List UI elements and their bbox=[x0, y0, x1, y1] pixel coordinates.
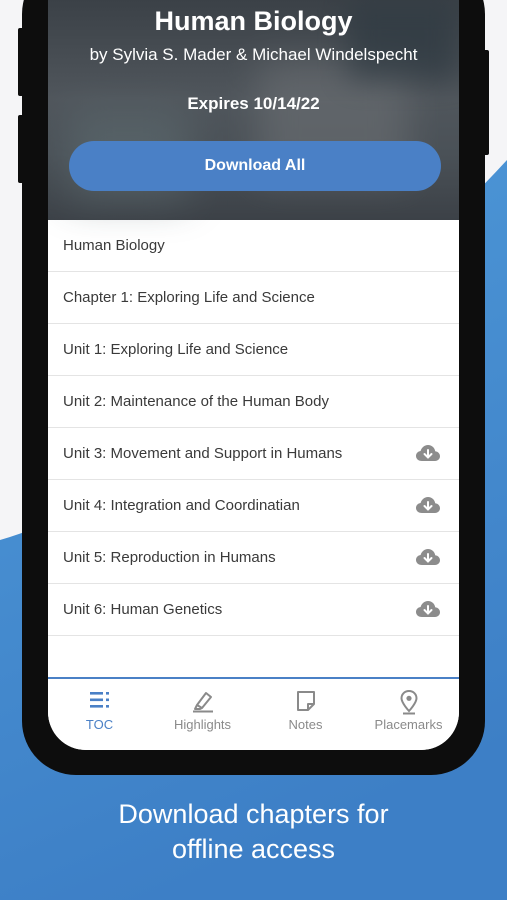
toc-item[interactable]: Chapter 1: Exploring Life and Science bbox=[48, 272, 459, 324]
app-screen: Human Biology by Sylvia S. Mader & Micha… bbox=[48, 0, 459, 750]
caption-line: Download chapters for bbox=[118, 799, 389, 829]
toc-item[interactable]: Unit 1: Exploring Life and Science bbox=[48, 324, 459, 376]
toc-item-label: Chapter 1: Exploring Life and Science bbox=[63, 289, 315, 306]
toc-item-label: Unit 3: Movement and Support in Humans bbox=[63, 445, 343, 462]
toc-item[interactable]: Unit 5: Reproduction in Humans bbox=[48, 532, 459, 584]
download-all-button[interactable]: Download All bbox=[69, 141, 441, 191]
tab-label: Highlights bbox=[173, 717, 232, 732]
list-icon bbox=[90, 692, 109, 708]
promo-caption: Download chapters for offline access bbox=[0, 797, 507, 867]
toc-item-label: Unit 5: Reproduction in Humans bbox=[63, 549, 276, 566]
highlighter-icon bbox=[193, 692, 213, 713]
tab-placemarks[interactable]: Placemarks bbox=[357, 679, 459, 750]
expiry-date: Expires 10/14/22 bbox=[187, 94, 320, 113]
table-of-contents: Human Biology Chapter 1: Exploring Life … bbox=[48, 220, 459, 636]
toc-item-label: Human Biology bbox=[63, 237, 165, 254]
cloud-download-icon[interactable] bbox=[415, 599, 441, 621]
map-pin-icon bbox=[400, 689, 418, 715]
tab-highlights[interactable]: Highlights bbox=[151, 679, 254, 750]
tab-notes[interactable]: Notes bbox=[254, 679, 357, 750]
toc-item-label: Unit 2: Maintenance of the Human Body bbox=[63, 393, 329, 410]
cloud-download-icon[interactable] bbox=[415, 495, 441, 517]
book-authors: by Sylvia S. Mader & Michael Windelspech… bbox=[89, 45, 418, 64]
caption-line: offline access bbox=[171, 834, 336, 864]
toc-item[interactable]: Unit 2: Maintenance of the Human Body bbox=[48, 376, 459, 428]
book-cover-header: Human Biology by Sylvia S. Mader & Micha… bbox=[48, 0, 459, 220]
bottom-tab-bar: TOC Highlights Notes Placemarks bbox=[48, 677, 459, 750]
toc-item-label: Unit 1: Exploring Life and Science bbox=[63, 341, 289, 358]
toc-item[interactable]: Human Biology bbox=[48, 220, 459, 272]
tab-label: Notes bbox=[288, 717, 323, 732]
toc-item-label: Unit 4: Integration and Coordinatian bbox=[63, 497, 300, 514]
tab-label: Placemarks bbox=[374, 717, 443, 732]
cloud-download-icon[interactable] bbox=[415, 547, 441, 569]
note-icon bbox=[297, 691, 315, 711]
toc-item[interactable]: Unit 4: Integration and Coordinatian bbox=[48, 480, 459, 532]
toc-item-label: Unit 6: Human Genetics bbox=[63, 601, 223, 618]
tab-toc[interactable]: TOC bbox=[48, 679, 151, 750]
toc-item[interactable]: Unit 3: Movement and Support in Humans bbox=[48, 428, 459, 480]
book-title: Human Biology bbox=[154, 6, 353, 36]
tab-label: TOC bbox=[85, 717, 114, 732]
toc-item[interactable]: Unit 6: Human Genetics bbox=[48, 584, 459, 636]
cloud-download-icon[interactable] bbox=[415, 443, 441, 465]
